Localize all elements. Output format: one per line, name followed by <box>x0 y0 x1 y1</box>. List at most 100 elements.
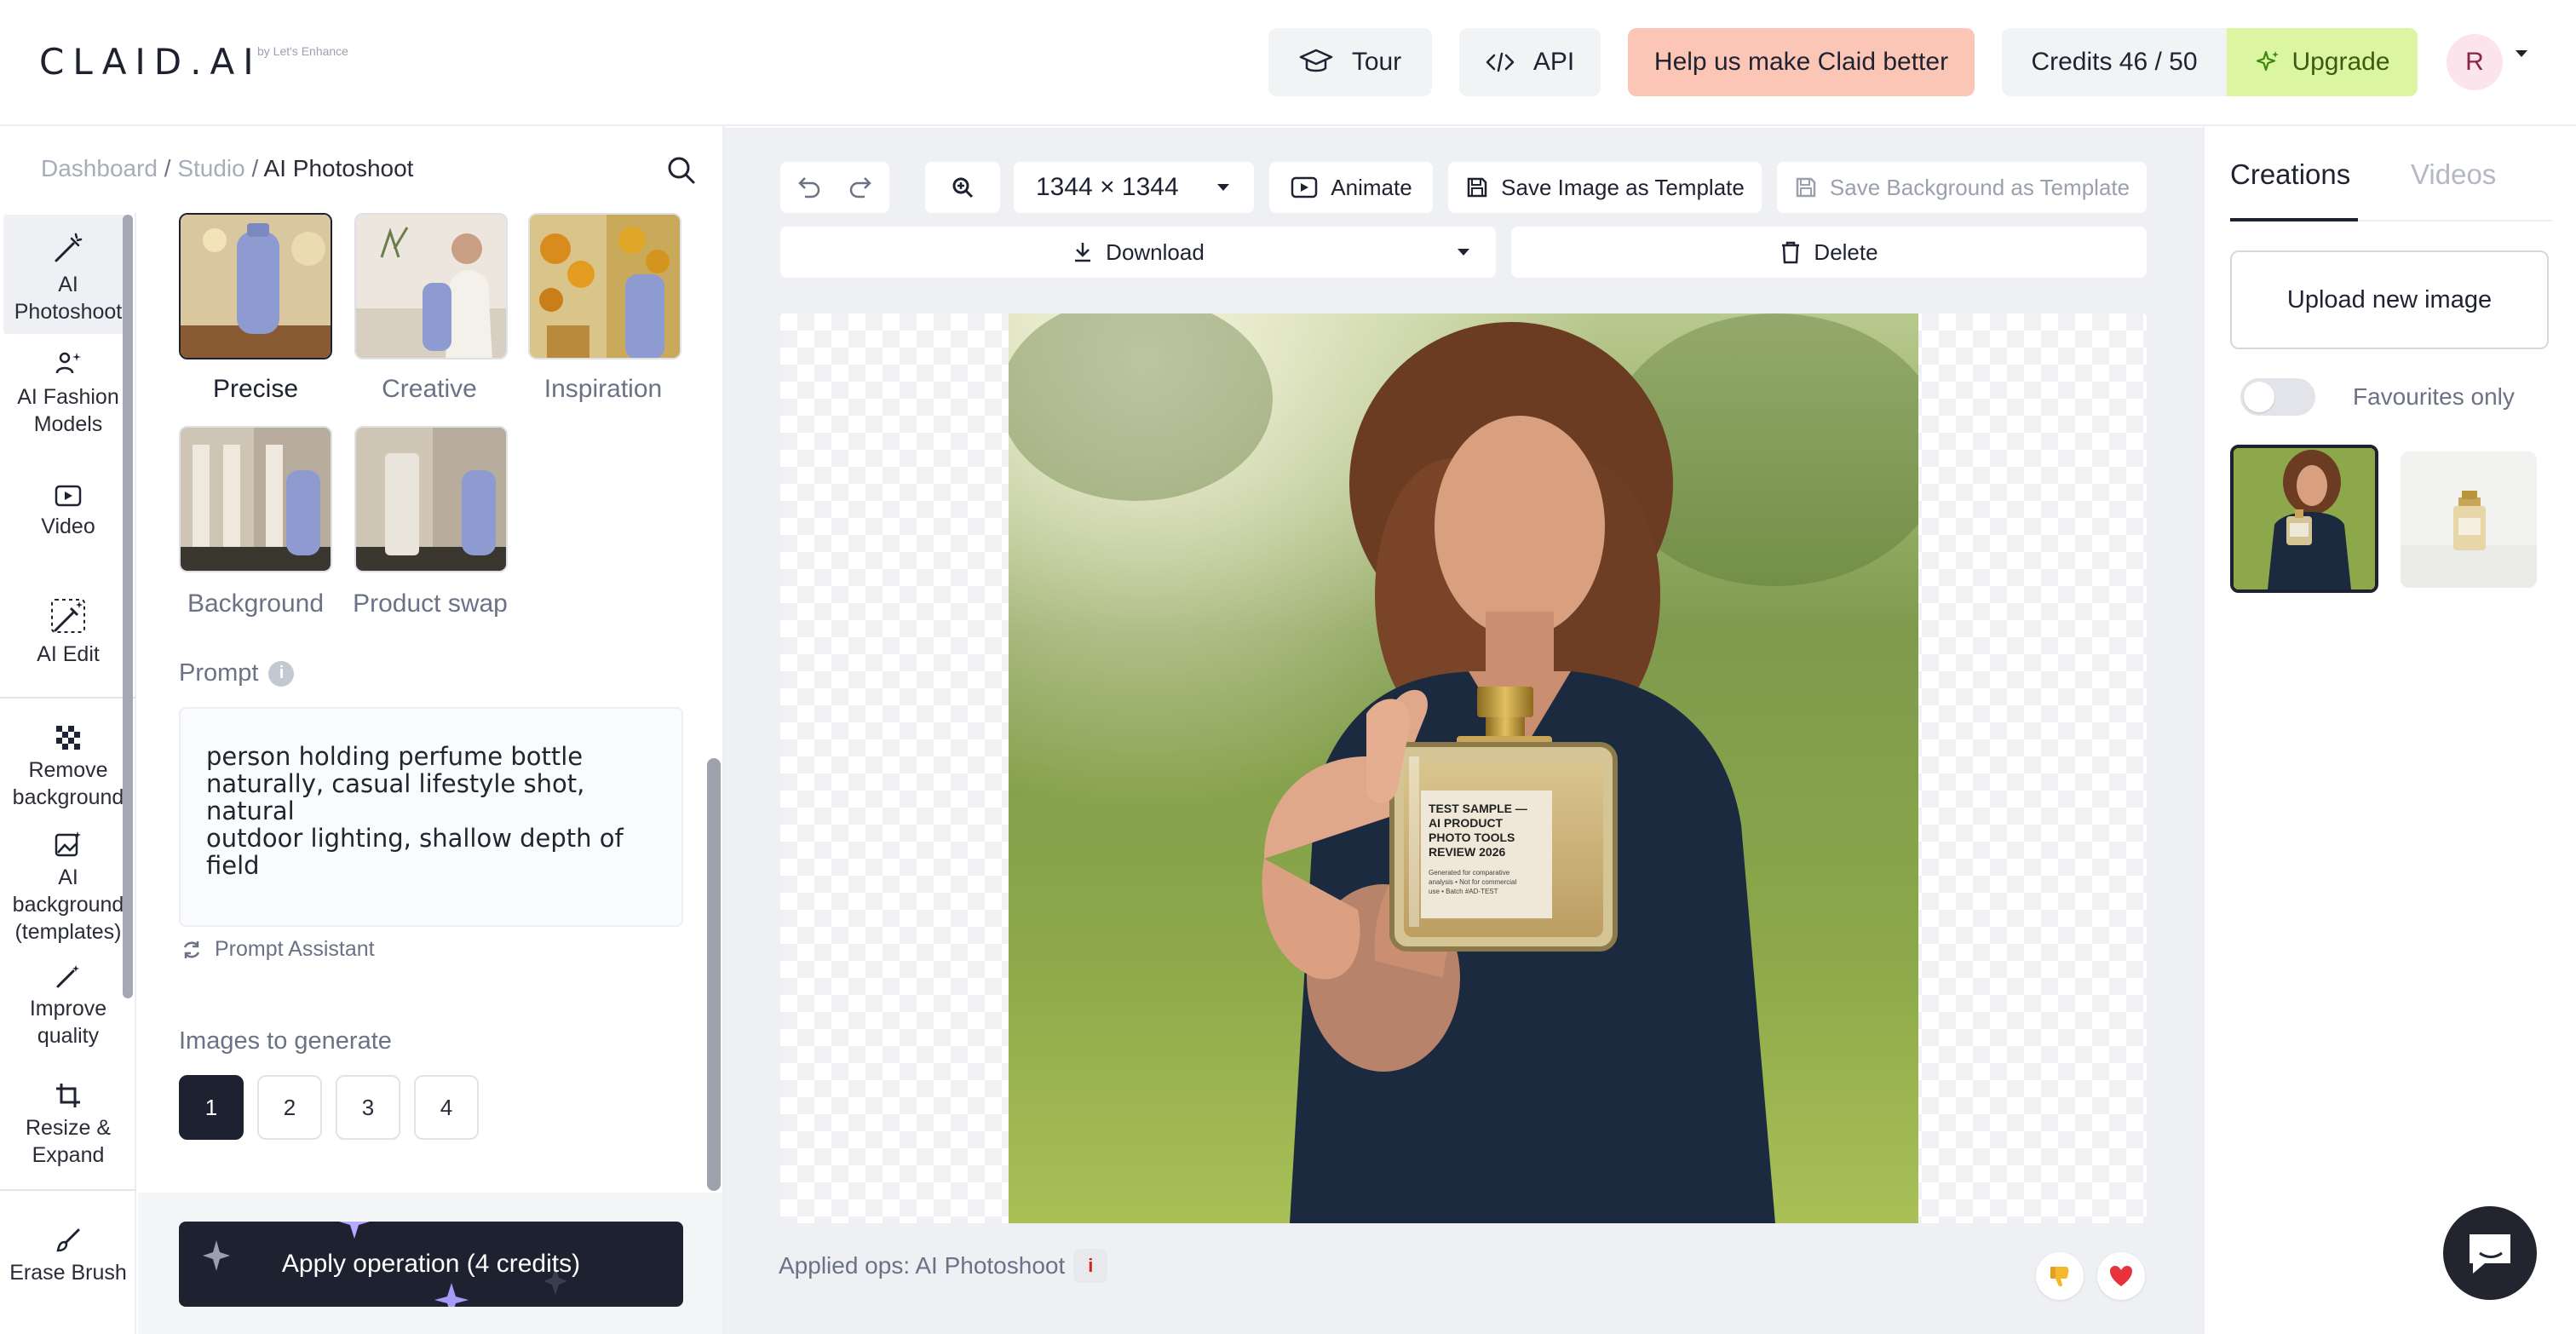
mode-label-precise[interactable]: Precise <box>170 375 341 404</box>
animate-label: Animate <box>1331 174 1412 200</box>
mode-label-creative[interactable]: Creative <box>344 375 515 404</box>
tool-resize-expand[interactable]: Resize & Expand <box>3 1082 133 1169</box>
tool-ai-edit[interactable]: AI Edit <box>3 596 133 668</box>
feedback-button[interactable]: Help us make Claid better <box>1628 28 1975 96</box>
favourites-label: Favourites only <box>2353 383 2515 410</box>
panel-scrollbar[interactable] <box>707 758 721 1191</box>
right-panel-divider <box>2203 126 2205 1334</box>
nav-divider <box>0 1189 136 1191</box>
favourites-toggle[interactable] <box>2240 378 2315 416</box>
user-avatar[interactable]: R <box>2447 34 2503 90</box>
count-option-1[interactable]: 1 <box>179 1075 244 1140</box>
mode-thumb-inspiration[interactable] <box>528 213 681 359</box>
bottle-label-line: TEST SAMPLE — <box>1429 802 1527 815</box>
upgrade-button[interactable]: Upgrade <box>2227 28 2418 96</box>
tool-ai-background[interactable]: AI background (templates) <box>3 830 133 946</box>
tool-ai-fashion-models[interactable]: AI Fashion Models <box>3 349 133 438</box>
save-image-template-button[interactable]: Save Image as Template <box>1448 162 1762 213</box>
tab-videos[interactable]: Videos <box>2411 158 2496 191</box>
mode-label-product-swap[interactable]: Product swap <box>345 589 515 618</box>
count-option-3[interactable]: 3 <box>336 1075 400 1140</box>
bottle-small-line: analysis • Not for commercial <box>1429 878 1516 886</box>
bottle-small-line: use • Batch #AD-TEST <box>1429 888 1498 895</box>
tool-label: Improve quality <box>29 997 107 1048</box>
chat-icon <box>2470 1234 2510 1274</box>
code-icon <box>1486 52 1515 72</box>
mode-thumb-creative[interactable] <box>354 213 508 359</box>
mode-label-background[interactable]: Background <box>170 589 341 618</box>
breadcrumb-separator: / <box>244 155 264 181</box>
mode-label-inspiration[interactable]: Inspiration <box>518 375 688 404</box>
tab-creations[interactable]: Creations <box>2230 158 2350 191</box>
bottle-label-line: REVIEW 2026 <box>1429 845 1505 859</box>
mode-thumb-background[interactable] <box>179 426 332 572</box>
search-icon[interactable] <box>664 153 699 187</box>
count-option-4[interactable]: 4 <box>414 1075 479 1140</box>
bottle-label-line: PHOTO TOOLS <box>1429 831 1515 844</box>
undo-icon[interactable] <box>795 175 822 200</box>
mode-thumb-product-swap[interactable] <box>354 426 508 572</box>
mode-thumb-precise[interactable] <box>179 213 332 359</box>
tool-label: Resize & Expand <box>25 1116 112 1167</box>
chat-support-button[interactable] <box>2443 1206 2537 1300</box>
redo-icon[interactable] <box>848 175 875 200</box>
prompt-assistant-label: Prompt Assistant <box>215 937 375 961</box>
size-select[interactable]: 1344 × 1344 <box>1014 162 1254 213</box>
tool-label: Video <box>41 515 95 538</box>
chevron-down-icon[interactable] <box>1455 246 1472 258</box>
tool-label: AI Edit <box>37 642 100 666</box>
crop-icon <box>56 1084 80 1107</box>
delete-button[interactable]: Delete <box>1511 227 2147 278</box>
tool-remove-background[interactable]: Remove background <box>3 724 133 811</box>
chevron-down-icon <box>1217 184 1229 191</box>
zoom-in-icon <box>952 177 974 198</box>
brush-icon <box>56 1228 80 1252</box>
tool-improve-quality[interactable]: Improve quality <box>3 963 133 1049</box>
download-button[interactable]: Download <box>780 227 1496 278</box>
tool-sidebar: AI Photoshoot AI Fashion Models Video AI… <box>0 213 136 1334</box>
tool-ai-photoshoot[interactable]: AI Photoshoot <box>3 215 133 334</box>
prompt-assistant-button[interactable]: Prompt Assistant <box>181 937 375 962</box>
animate-button[interactable]: Animate <box>1269 162 1433 213</box>
save-icon <box>1467 177 1487 198</box>
tool-erase-brush[interactable]: Erase Brush <box>3 1227 133 1286</box>
creation-thumbnail-1[interactable] <box>2230 445 2378 593</box>
chevron-down-icon[interactable] <box>2513 48 2530 60</box>
api-button[interactable]: API <box>1459 28 1601 96</box>
info-icon[interactable]: i <box>1073 1249 1108 1283</box>
nav-scrollbar[interactable] <box>123 215 133 998</box>
graduation-cap-icon <box>1299 49 1333 72</box>
claid-logo[interactable]: CLAID.AI <box>39 41 262 83</box>
tour-label: Tour <box>1351 48 1402 76</box>
bottle-small-line: Generated for comparative <box>1429 869 1510 877</box>
credits-counter: Credits 46 / 50 <box>2031 48 2198 76</box>
download-label: Download <box>1106 239 1205 265</box>
count-option-2[interactable]: 2 <box>257 1075 322 1140</box>
tour-button[interactable]: Tour <box>1268 28 1432 96</box>
info-icon[interactable]: i <box>268 660 295 687</box>
upgrade-label: Upgrade <box>2291 48 2390 76</box>
credits-group: Credits 46 / 50 Upgrade <box>2002 28 2418 96</box>
upload-new-image-button[interactable]: Upload new image <box>2230 250 2549 349</box>
prompt-textarea[interactable]: person holding perfume bottle naturally,… <box>179 707 683 927</box>
apply-operation-label: Apply operation (4 credits) <box>281 1250 581 1278</box>
apply-operation-button[interactable]: Apply operation (4 credits) <box>179 1222 683 1307</box>
creation-thumbnail-2[interactable] <box>2401 451 2537 588</box>
applied-ops: Applied ops: AI Photoshoot i <box>779 1249 1108 1283</box>
breadcrumb-dashboard[interactable]: Dashboard <box>41 155 158 181</box>
sparkle-icon <box>2257 50 2280 72</box>
image-sparkle-icon <box>55 831 81 857</box>
zoom-button[interactable] <box>925 162 1000 213</box>
breadcrumb-studio[interactable]: Studio <box>177 155 244 181</box>
save-image-template-label: Save Image as Template <box>1501 174 1745 200</box>
generated-photo[interactable]: TEST SAMPLE — AI PRODUCT PHOTO TOOLS REV… <box>1009 313 1918 1223</box>
tool-video[interactable]: Video <box>3 484 133 540</box>
breadcrumb-separator: / <box>157 155 178 181</box>
thumbs-down-button[interactable] <box>2036 1252 2084 1300</box>
trash-icon <box>1782 241 1800 264</box>
applied-ops-text: Applied ops: AI Photoshoot <box>779 1252 1066 1279</box>
save-background-template-button[interactable]: Save Background as Template <box>1777 162 2147 213</box>
heart-button[interactable] <box>2097 1252 2145 1300</box>
tool-label: Erase Brush <box>9 1261 127 1285</box>
api-label: API <box>1532 48 1575 76</box>
